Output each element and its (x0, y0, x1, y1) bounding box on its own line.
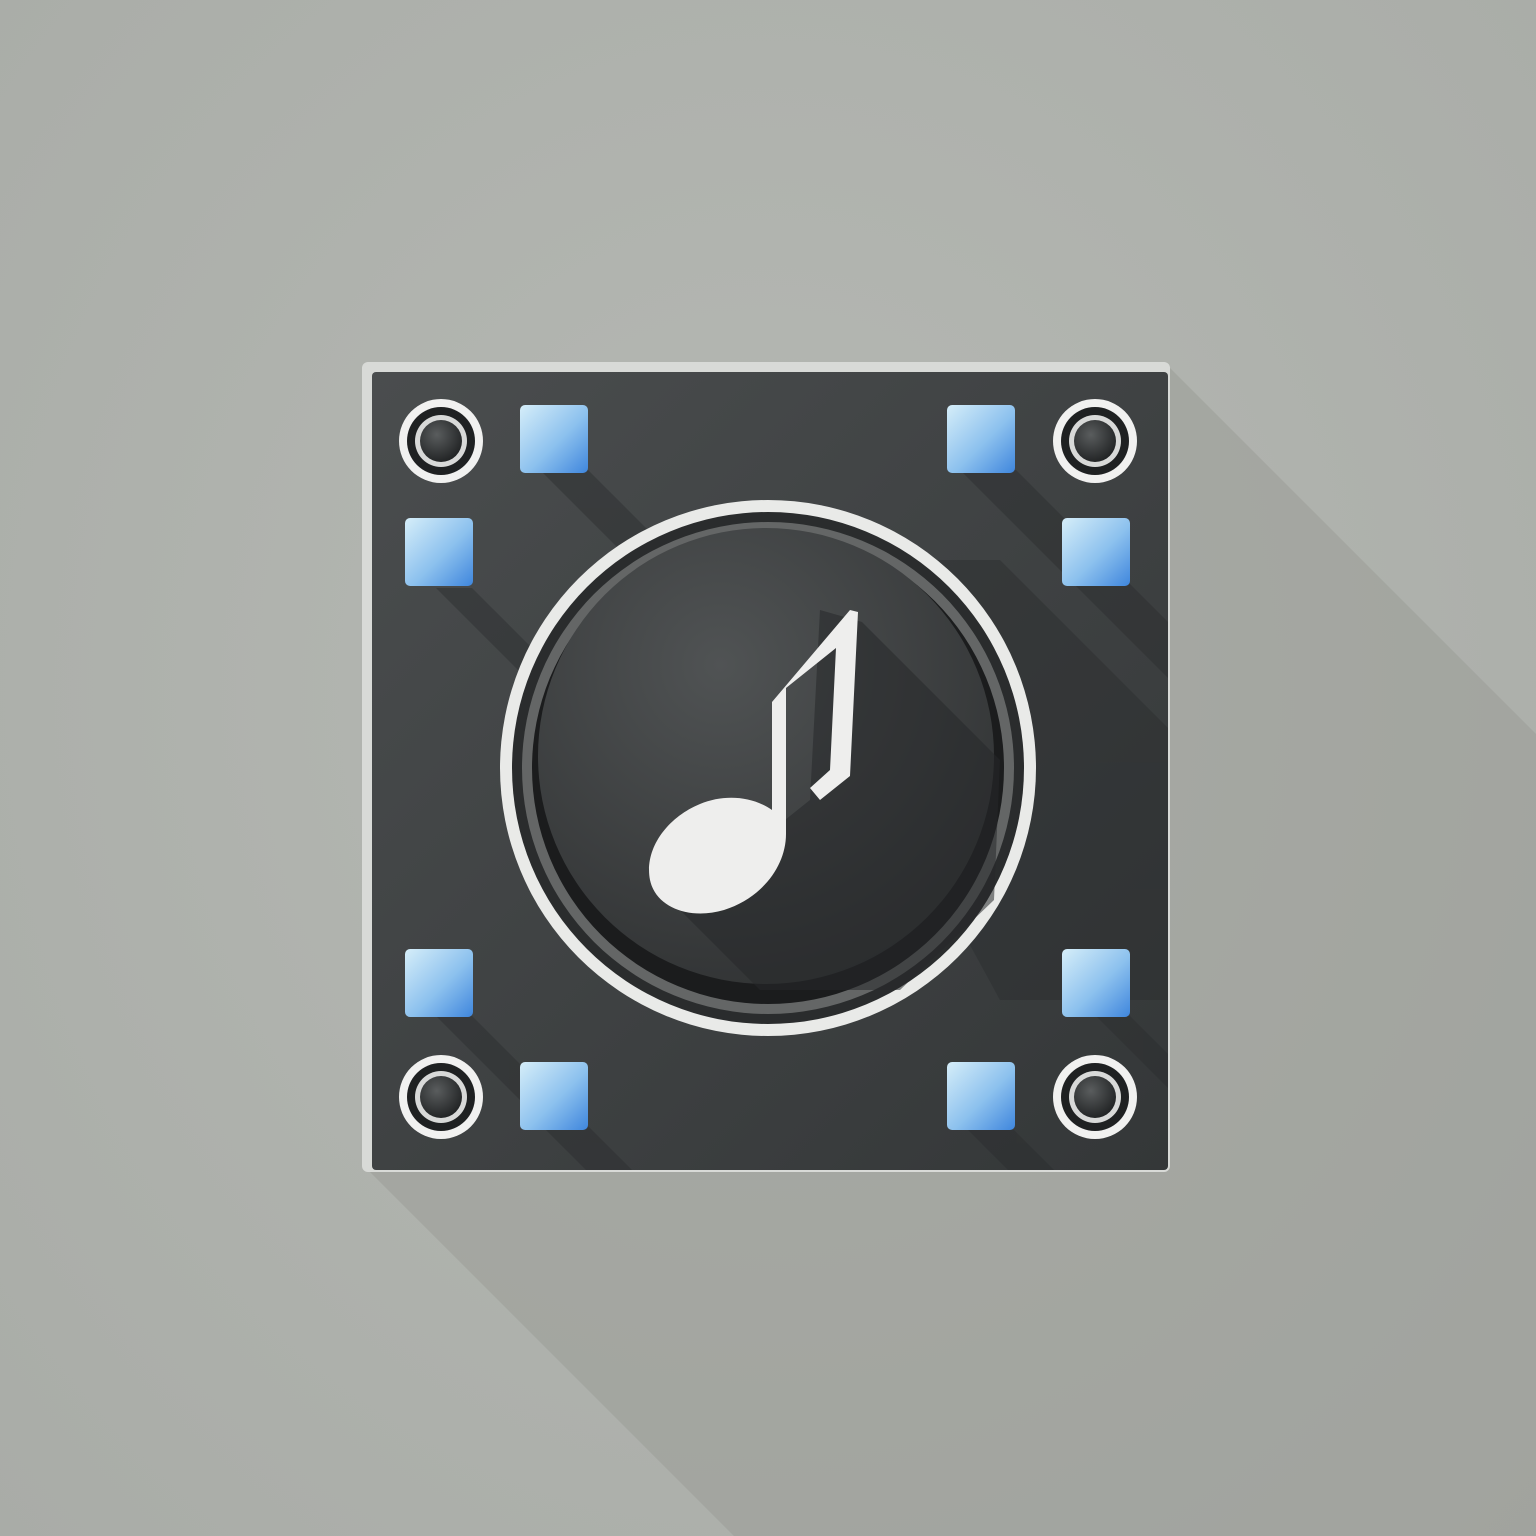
pad-top-left-vertical[interactable] (405, 518, 473, 586)
pad-bottom-left-vertical[interactable] (405, 949, 473, 1017)
screw-bottom-right (1053, 1055, 1137, 1139)
screw-bottom-left (399, 1055, 483, 1139)
pad-bottom-right-vertical[interactable] (1062, 949, 1130, 1017)
pad-bottom-right-horizontal[interactable] (947, 1062, 1015, 1130)
music-panel-icon (362, 362, 1536, 1536)
pad-top-right-horizontal[interactable] (947, 405, 1015, 473)
pad-top-right-vertical[interactable] (1062, 518, 1130, 586)
screw-top-left (399, 399, 483, 483)
pad-bottom-left-horizontal[interactable] (520, 1062, 588, 1130)
play-knob[interactable] (500, 500, 1036, 1036)
screw-top-right (1053, 399, 1137, 483)
app-icon-stage (0, 0, 1536, 1536)
pad-top-left-horizontal[interactable] (520, 405, 588, 473)
